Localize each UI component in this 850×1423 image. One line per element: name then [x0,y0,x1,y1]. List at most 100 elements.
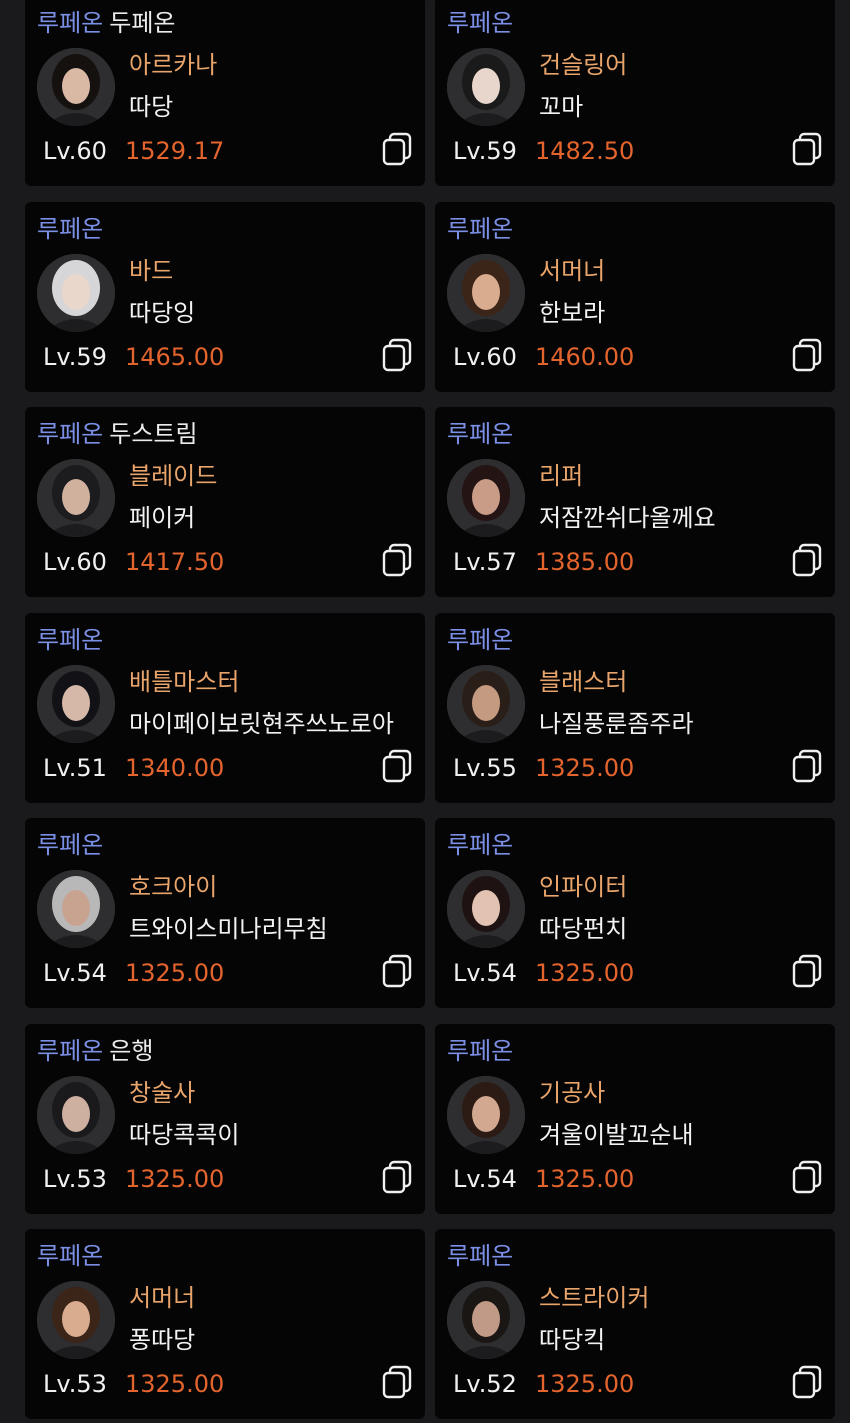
character-avatar [37,1281,115,1359]
copy-icon[interactable] [381,543,413,577]
character-card[interactable]: 루페온 서머너 퐁따당 Lv.53 1325.00 [25,1229,425,1419]
character-avatar [447,48,525,126]
class-name: 서머너 [539,256,606,285]
copy-icon[interactable] [381,1365,413,1399]
copy-icon[interactable] [381,338,413,372]
guild-name: 두페온 [109,9,176,37]
server-name: 루페온 [37,1036,104,1065]
character-card[interactable]: 루페온 인파이터 따당펀치 Lv.54 1325.00 [435,818,835,1008]
copy-icon[interactable] [791,954,823,988]
character-card[interactable]: 루페온 건슬링어 꼬마 Lv.59 1482.50 [435,0,835,186]
character-level: Lv.60 [453,342,517,371]
character-grid: 루페온 두페온 아르카나 따당 Lv.60 1529.17 루페온 건슬링어 꼬마 Lv.59 14… [0,0,850,1423]
item-level: 1529.17 [125,137,225,165]
copy-icon[interactable] [791,749,823,783]
item-level: 1460.00 [535,342,635,371]
character-card[interactable]: 루페온호크아이트와이스미나리무침 Lv.54 1325.00 [25,818,425,1008]
character-name: 퐁따당 [129,1326,196,1354]
server-name: 루페온 [37,9,104,37]
character-name: 마이페이보릿현주쓰노로아 [129,709,394,738]
server-name: 루페온 [447,9,514,37]
character-card[interactable]: 루페온 스트라이커 따당킥 Lv.52 1325.00 [435,1229,835,1419]
character-level: Lv.54 [453,959,517,987]
server-name: 루페온 [37,214,104,243]
card-header: 루페온 [447,212,519,246]
character-avatar [447,253,525,332]
character-card[interactable]: 루페온배틀마스터마이페이보릿현주쓰노로아 Lv.51 1340.00 [25,612,425,803]
server-name: 루페온 [447,420,514,448]
character-level: Lv.53 [43,1370,107,1398]
character-avatar [447,664,525,743]
character-name: 저잠깐쉬다올께요 [539,504,716,532]
server-name: 루페온 [37,625,104,654]
copy-icon[interactable] [791,338,823,372]
character-avatar [37,1075,115,1154]
character-card[interactable]: 루페온 은행창술사따당콕콕이 Lv.53 1325.00 [25,1023,425,1214]
character-card[interactable]: 루페온 기공사 겨울이발꼬순내 Lv.54 1325.00 [435,1023,835,1214]
character-avatar [37,459,115,537]
item-level: 1385.00 [535,548,635,576]
character-card[interactable]: 루페온 바드 따당잉 Lv.59 1465.00 [25,201,425,392]
copy-icon[interactable] [381,132,413,166]
character-card[interactable]: 루페온 리퍼 저잠깐쉬다올께요 Lv.57 1385.00 [435,407,835,597]
class-name: 창술사 [129,1078,196,1107]
card-header: 루페온 두페온 [37,6,176,40]
item-level: 1325.00 [125,959,225,987]
card-header: 루페온 [37,828,109,862]
card-header: 루페온 [447,623,519,657]
character-card[interactable]: 루페온 두페온 아르카나 따당 Lv.60 1529.17 [25,0,425,186]
character-name: 따당콕콕이 [129,1120,240,1149]
class-name: 배틀마스터 [129,667,240,696]
item-level: 1325.00 [125,1164,225,1193]
card-header: 루페온 [447,1239,519,1273]
card-header: 루페온 [447,828,519,862]
character-name: 따당펀치 [539,915,628,943]
character-level: Lv.54 [453,1164,517,1193]
character-avatar [37,664,115,743]
copy-icon[interactable] [791,543,823,577]
copy-icon[interactable] [791,1365,823,1399]
server-name: 루페온 [447,1242,514,1270]
class-name: 스트라이커 [539,1284,650,1312]
character-name: 페이커 [129,504,196,532]
character-level: Lv.57 [453,548,517,576]
character-avatar [447,459,525,537]
character-name: 나질풍룬좀주라 [539,709,694,738]
class-name: 바드 [129,256,174,285]
class-name: 서머너 [129,1284,196,1312]
copy-icon[interactable] [791,132,823,166]
card-header: 루페온 [447,417,519,451]
class-name: 기공사 [539,1078,606,1107]
copy-icon[interactable] [381,1160,413,1194]
character-name: 트와이스미나리무침 [129,915,328,943]
character-name: 따당 [129,93,174,121]
card-header: 루페온 [447,6,519,40]
character-level: Lv.51 [43,753,107,782]
card-header: 루페온 [37,212,109,246]
character-level: Lv.52 [453,1370,517,1398]
character-level: Lv.53 [43,1164,107,1193]
character-name: 겨울이발꼬순내 [539,1120,694,1149]
server-name: 루페온 [447,1036,514,1065]
item-level: 1325.00 [535,1370,635,1398]
item-level: 1482.50 [535,137,635,165]
character-card[interactable]: 루페온 블래스터 나질풍룬좀주라 Lv.55 1325.00 [435,612,835,803]
server-name: 루페온 [37,420,104,448]
character-card[interactable]: 루페온 두스트림 블레이드 페이커 Lv.60 1417.50 [25,407,425,597]
class-name: 호크아이 [129,873,218,901]
item-level: 1325.00 [125,1370,225,1398]
character-level: Lv.60 [43,548,107,576]
guild-name: 은행 [109,1036,154,1065]
copy-icon[interactable] [381,954,413,988]
copy-icon[interactable] [791,1160,823,1194]
card-header: 루페온 [37,623,109,657]
character-card[interactable]: 루페온 서머너 한보라 Lv.60 1460.00 [435,201,835,392]
character-avatar [447,870,525,948]
class-name: 건슬링어 [539,51,628,79]
character-level: Lv.54 [43,959,107,987]
character-avatar [37,48,115,126]
copy-icon[interactable] [381,749,413,783]
card-header: 루페온 두스트림 [37,417,198,451]
character-name: 따당잉 [129,298,196,327]
item-level: 1340.00 [125,753,225,782]
